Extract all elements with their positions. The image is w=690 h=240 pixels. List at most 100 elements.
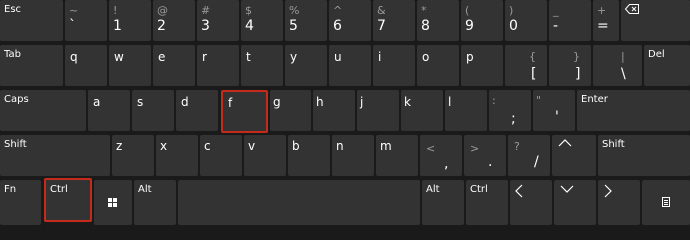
on-screen-keyboard: Esc ~ ` ! 1 @ 2 # 3 $ 4 % 5 ^ 6 & 7 * 8 … bbox=[0, 0, 690, 225]
key-t[interactable]: t bbox=[241, 45, 283, 86]
key-fn[interactable]: Fn bbox=[0, 180, 41, 225]
key-label: Esc bbox=[4, 4, 22, 15]
key-esc[interactable]: Esc bbox=[0, 0, 63, 41]
key-label: c bbox=[204, 139, 211, 153]
key-alt-left[interactable]: Alt bbox=[134, 180, 176, 225]
key-label: z bbox=[116, 139, 123, 153]
key-label: Shift bbox=[602, 139, 625, 150]
key-menu[interactable] bbox=[642, 180, 690, 225]
key-p[interactable]: p bbox=[461, 45, 503, 86]
key-j[interactable]: j bbox=[357, 90, 399, 131]
key-e[interactable]: e bbox=[153, 45, 195, 86]
key-right-bracket[interactable]: } ] bbox=[549, 45, 591, 86]
key-label: \ bbox=[621, 66, 626, 82]
key-shift-label: { bbox=[529, 50, 536, 63]
key-caps-lock[interactable]: Caps bbox=[0, 90, 86, 131]
key-quote[interactable]: " ' bbox=[533, 90, 575, 131]
key-label: 4 bbox=[245, 18, 254, 34]
key-shift-right[interactable]: Shift bbox=[598, 135, 690, 176]
key-left-bracket[interactable]: { [ bbox=[505, 45, 547, 86]
key-g[interactable]: g bbox=[270, 90, 311, 131]
key-windows[interactable] bbox=[94, 180, 132, 225]
key-period[interactable]: > . bbox=[464, 135, 506, 176]
key-label: q bbox=[70, 50, 78, 64]
key-l[interactable]: l bbox=[445, 90, 487, 131]
key-shift-label: @ bbox=[157, 4, 168, 17]
key-arrow-up[interactable] bbox=[552, 135, 596, 176]
key-arrow-left[interactable] bbox=[510, 180, 552, 225]
key-8[interactable]: * 8 bbox=[417, 0, 459, 41]
key-shift-label: ( bbox=[465, 4, 470, 17]
key-6[interactable]: ^ 6 bbox=[329, 0, 371, 41]
key-ctrl-left[interactable]: Ctrl bbox=[44, 178, 92, 222]
key-shift-left[interactable]: Shift bbox=[0, 135, 110, 176]
windows-logo-icon bbox=[108, 198, 117, 207]
key-1[interactable]: ! 1 bbox=[109, 0, 151, 41]
key-d[interactable]: d bbox=[176, 90, 218, 131]
key-arrow-down[interactable] bbox=[554, 180, 596, 225]
key-slash[interactable]: ? / bbox=[508, 135, 550, 176]
key-label: 5 bbox=[289, 18, 298, 34]
key-k[interactable]: k bbox=[401, 90, 443, 131]
key-label: Ctrl bbox=[470, 184, 488, 195]
key-4[interactable]: $ 4 bbox=[241, 0, 283, 41]
key-label: f bbox=[228, 96, 233, 110]
key-h[interactable]: h bbox=[313, 90, 355, 131]
key-enter[interactable]: Enter bbox=[577, 90, 690, 131]
key-9[interactable]: ( 9 bbox=[461, 0, 503, 41]
arrow-up-icon bbox=[558, 139, 572, 147]
key-comma[interactable]: < , bbox=[420, 135, 462, 176]
key-space[interactable] bbox=[178, 180, 420, 225]
key-x[interactable]: x bbox=[156, 135, 198, 176]
key-label: 0 bbox=[509, 18, 518, 34]
key-label: = bbox=[597, 18, 609, 34]
key-u[interactable]: u bbox=[329, 45, 371, 86]
key-n[interactable]: n bbox=[332, 135, 374, 176]
key-label: k bbox=[404, 95, 411, 109]
key-7[interactable]: & 7 bbox=[373, 0, 415, 41]
key-shift-label: * bbox=[421, 4, 427, 17]
arrow-right-icon bbox=[604, 184, 612, 198]
key-y[interactable]: y bbox=[285, 45, 327, 86]
key-c[interactable]: c bbox=[200, 135, 242, 176]
key-grave[interactable]: ~ ` bbox=[65, 0, 107, 41]
key-r[interactable]: r bbox=[197, 45, 239, 86]
key-label: - bbox=[553, 18, 559, 34]
key-semicolon[interactable]: : ; bbox=[489, 90, 531, 131]
key-minus[interactable]: _ - bbox=[549, 0, 591, 41]
key-2[interactable]: @ 2 bbox=[153, 0, 195, 41]
key-q[interactable]: q bbox=[65, 45, 107, 86]
key-label: x bbox=[160, 139, 168, 153]
key-tab[interactable]: Tab bbox=[0, 45, 63, 86]
key-5[interactable]: % 5 bbox=[285, 0, 327, 41]
key-3[interactable]: # 3 bbox=[197, 0, 239, 41]
key-o[interactable]: o bbox=[417, 45, 459, 86]
key-alt-right[interactable]: Alt bbox=[422, 180, 464, 225]
key-label: Caps bbox=[4, 94, 29, 105]
backspace-icon bbox=[625, 4, 639, 14]
key-f[interactable]: f bbox=[221, 90, 268, 133]
key-del[interactable]: Del bbox=[644, 45, 690, 86]
key-0[interactable]: ) 0 bbox=[505, 0, 547, 41]
key-z[interactable]: z bbox=[112, 135, 154, 176]
key-v[interactable]: v bbox=[244, 135, 286, 176]
key-s[interactable]: s bbox=[132, 90, 174, 131]
key-arrow-right[interactable] bbox=[598, 180, 640, 225]
key-b[interactable]: b bbox=[288, 135, 330, 176]
key-backspace[interactable] bbox=[621, 0, 690, 41]
key-m[interactable]: m bbox=[376, 135, 418, 176]
key-label: 1 bbox=[113, 18, 122, 34]
key-shift-label: ! bbox=[113, 4, 118, 17]
arrow-left-icon bbox=[515, 184, 523, 198]
key-label: d bbox=[181, 95, 189, 109]
key-w[interactable]: w bbox=[109, 45, 151, 86]
key-backslash[interactable]: | \ bbox=[593, 45, 642, 86]
key-ctrl-right[interactable]: Ctrl bbox=[466, 180, 508, 225]
key-equals[interactable]: + = bbox=[593, 0, 619, 41]
arrow-down-icon bbox=[560, 185, 574, 193]
key-shift-label: ? bbox=[514, 140, 520, 153]
key-i[interactable]: i bbox=[373, 45, 415, 86]
key-label: ; bbox=[511, 111, 516, 127]
key-label: Shift bbox=[4, 139, 27, 150]
key-a[interactable]: a bbox=[88, 90, 130, 131]
